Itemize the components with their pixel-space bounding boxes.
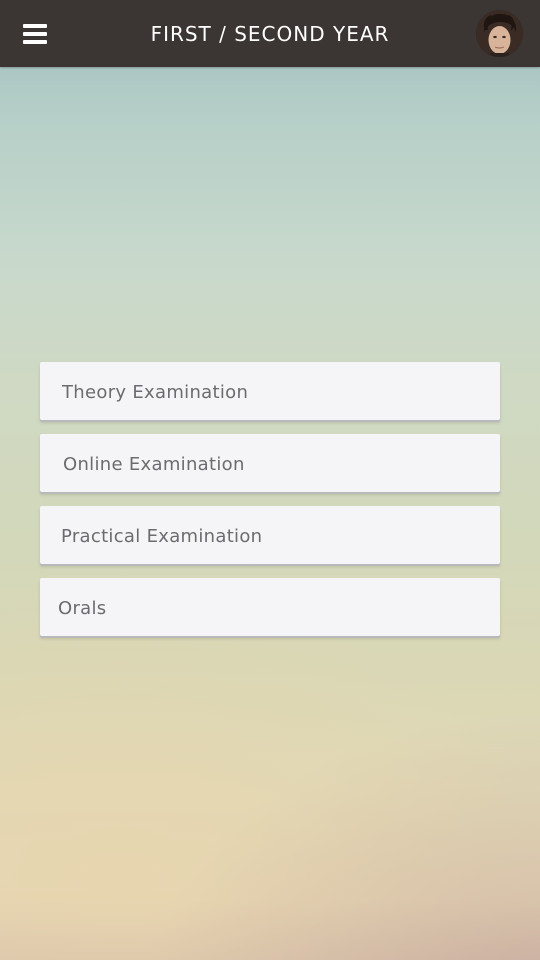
top-app-bar: FIRST / SECOND YEAR xyxy=(0,0,540,67)
online-examination-button[interactable]: Online Examination xyxy=(40,434,500,492)
theory-examination-button[interactable]: Theory Examination xyxy=(40,362,500,420)
avatar-portrait xyxy=(476,10,523,57)
menu-bar-line xyxy=(23,40,47,44)
hamburger-menu-icon[interactable] xyxy=(18,18,52,50)
menu-item-label: Orals xyxy=(58,598,107,619)
menu-bar-line xyxy=(23,24,47,28)
practical-examination-button[interactable]: Practical Examination xyxy=(40,506,500,564)
exam-menu-list: Theory Examination Online Examination Pr… xyxy=(40,362,500,636)
menu-item-label: Theory Examination xyxy=(62,382,249,403)
menu-item-label: Online Examination xyxy=(63,454,245,475)
menu-bar-line xyxy=(23,32,47,36)
page-title: FIRST / SECOND YEAR xyxy=(150,22,390,46)
menu-item-label: Practical Examination xyxy=(61,526,263,547)
orals-button[interactable]: Orals xyxy=(40,578,500,636)
user-avatar[interactable] xyxy=(476,10,523,57)
